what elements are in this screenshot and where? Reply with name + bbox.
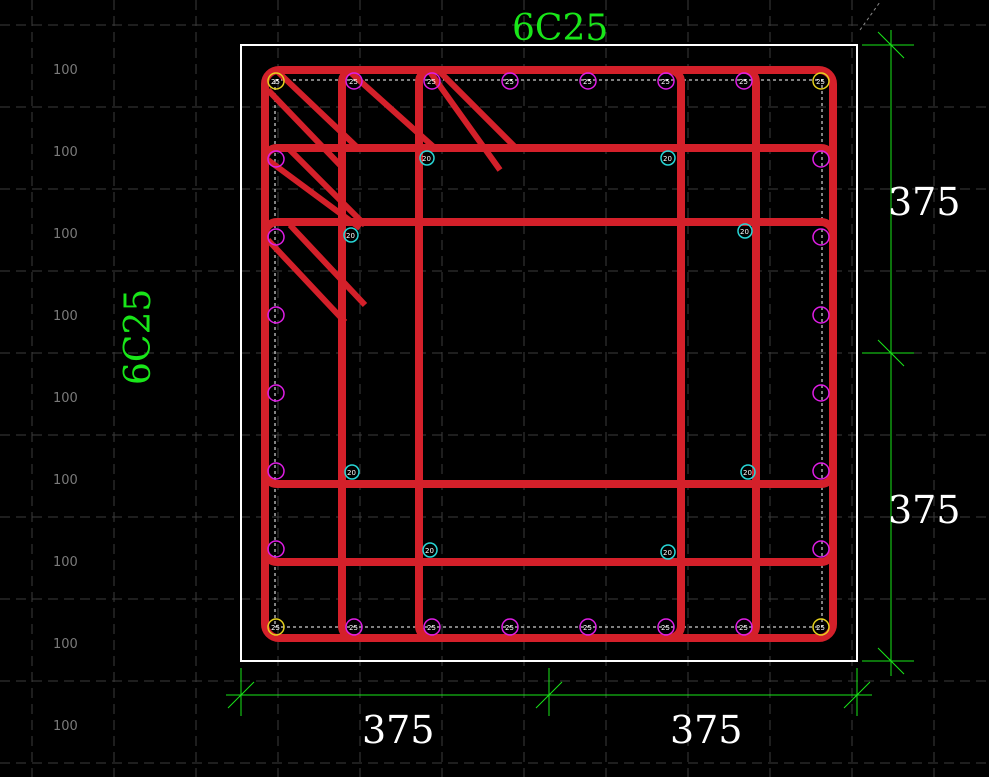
svg-text:20: 20	[425, 547, 434, 555]
inner-stirrup-vertical	[338, 66, 760, 642]
left-rebar-label: 6C25	[118, 289, 159, 385]
svg-text:25: 25	[349, 624, 358, 632]
svg-text:25: 25	[661, 624, 670, 632]
svg-text:25: 25	[583, 624, 592, 632]
svg-text:25: 25	[271, 78, 280, 86]
tie-bars: 20 20 20 20 20 20 20 20	[343, 150, 756, 560]
svg-text:25: 25	[739, 624, 748, 632]
corner-bar: 25	[812, 72, 830, 90]
svg-text:25: 25	[816, 78, 825, 86]
grid-label: 100	[53, 391, 78, 406]
side-bar	[812, 462, 830, 480]
grid-label: 100	[53, 719, 78, 734]
grid-label: 100	[53, 637, 78, 652]
grid-label: 100	[53, 63, 78, 78]
svg-text:20: 20	[663, 549, 672, 557]
svg-text:25: 25	[583, 78, 592, 86]
grid-label: 100	[53, 555, 78, 570]
grid-label: 100	[53, 309, 78, 324]
side-bars	[267, 72, 830, 636]
outer-stirrup	[261, 66, 837, 642]
side-bar	[812, 306, 830, 324]
svg-text:20: 20	[346, 232, 355, 240]
grid-label: 100	[53, 145, 78, 160]
leader-line	[859, 1, 881, 31]
stirrup-hatch	[265, 69, 521, 325]
corner-bars: 25 25 25 25	[267, 72, 830, 636]
side-bar	[812, 150, 830, 168]
grid-label: 100	[53, 473, 78, 488]
grid-label: 100	[53, 227, 78, 242]
column-section-drawing: 100 100 100 100 100 100 100 100 100 25 2…	[0, 0, 989, 777]
svg-text:25: 25	[505, 624, 514, 632]
side-bar	[267, 306, 285, 324]
dim-right-lower: 375	[888, 488, 961, 532]
corner-bar: 25	[812, 618, 830, 636]
corner-bar: 25	[267, 72, 285, 90]
side-bar	[812, 540, 830, 558]
svg-text:25: 25	[505, 78, 514, 86]
svg-text:25: 25	[271, 624, 280, 632]
side-bar	[267, 228, 285, 246]
grid-labels: 100 100 100 100 100 100 100 100 100	[53, 63, 78, 734]
side-bar	[267, 540, 285, 558]
svg-text:20: 20	[422, 155, 431, 163]
dim-bottom-left: 375	[362, 708, 435, 752]
svg-text:25: 25	[427, 78, 436, 86]
svg-text:25: 25	[739, 78, 748, 86]
right-dimension	[862, 30, 914, 676]
svg-text:25: 25	[661, 78, 670, 86]
bottom-dimension	[226, 668, 872, 716]
side-bar	[267, 384, 285, 402]
svg-text:25: 25	[816, 624, 825, 632]
svg-text:20: 20	[743, 469, 752, 477]
svg-text:20: 20	[740, 228, 749, 236]
side-bar	[812, 384, 830, 402]
dim-bottom-right: 375	[670, 708, 743, 752]
top-rebar-label: 6C25	[512, 8, 608, 49]
stirrups	[261, 66, 837, 642]
drawing-canvas: 100 100 100 100 100 100 100 100 100 25 2…	[0, 0, 989, 777]
dim-right-upper: 375	[888, 180, 961, 224]
svg-text:25: 25	[427, 624, 436, 632]
svg-text:25: 25	[349, 78, 358, 86]
side-bar	[812, 228, 830, 246]
svg-text:20: 20	[663, 155, 672, 163]
side-bar	[267, 462, 285, 480]
svg-text:20: 20	[347, 469, 356, 477]
inner-stirrup-vertical-2	[415, 66, 685, 642]
